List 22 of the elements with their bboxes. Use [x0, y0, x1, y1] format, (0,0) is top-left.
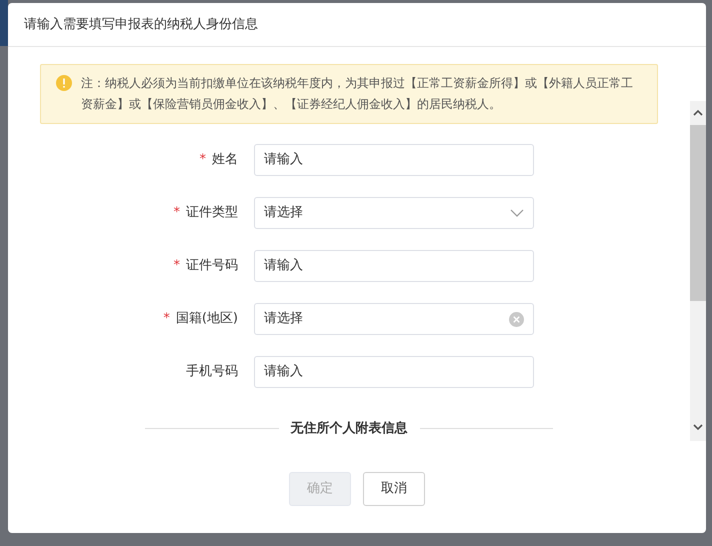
- cancel-button[interactable]: 取消: [363, 472, 425, 506]
- scrollbar[interactable]: [690, 101, 706, 441]
- field-label: 手机号码: [186, 363, 238, 382]
- field-label: 国籍(地区): [176, 310, 238, 328]
- field-label: 姓名: [212, 151, 238, 170]
- notice-text: 注：纳税人必须为当前扣缴单位在该纳税年度内，为其申报过【正常工资薪金所得】或【外籍人员正常工资薪金】或【保险营销员佣金收入】、【证券经纪人佣金收入】的居民纳税人。: [81, 75, 634, 113]
- required-mark: *: [174, 204, 180, 222]
- required-mark: *: [163, 310, 170, 328]
- select-field[interactable]: 请选择: [254, 197, 534, 229]
- input-field[interactable]: 请输入: [254, 250, 534, 282]
- required-mark: *: [174, 257, 180, 276]
- input-field[interactable]: 请输入: [254, 144, 534, 176]
- required-mark: *: [200, 151, 206, 170]
- select-field[interactable]: 请选择: [254, 303, 534, 335]
- background-panel: [0, 0, 8, 46]
- field-label: 证件类型: [186, 204, 238, 222]
- section-title: 无住所个人附表信息: [289, 420, 408, 438]
- dialog-title: 请输入需要填写申报表的纳税人身份信息: [24, 16, 258, 34]
- input-field[interactable]: 请输入: [254, 356, 534, 388]
- chevron-down-icon: [510, 209, 524, 217]
- warning-icon: [55, 74, 73, 92]
- field-label: 证件号码: [186, 257, 238, 276]
